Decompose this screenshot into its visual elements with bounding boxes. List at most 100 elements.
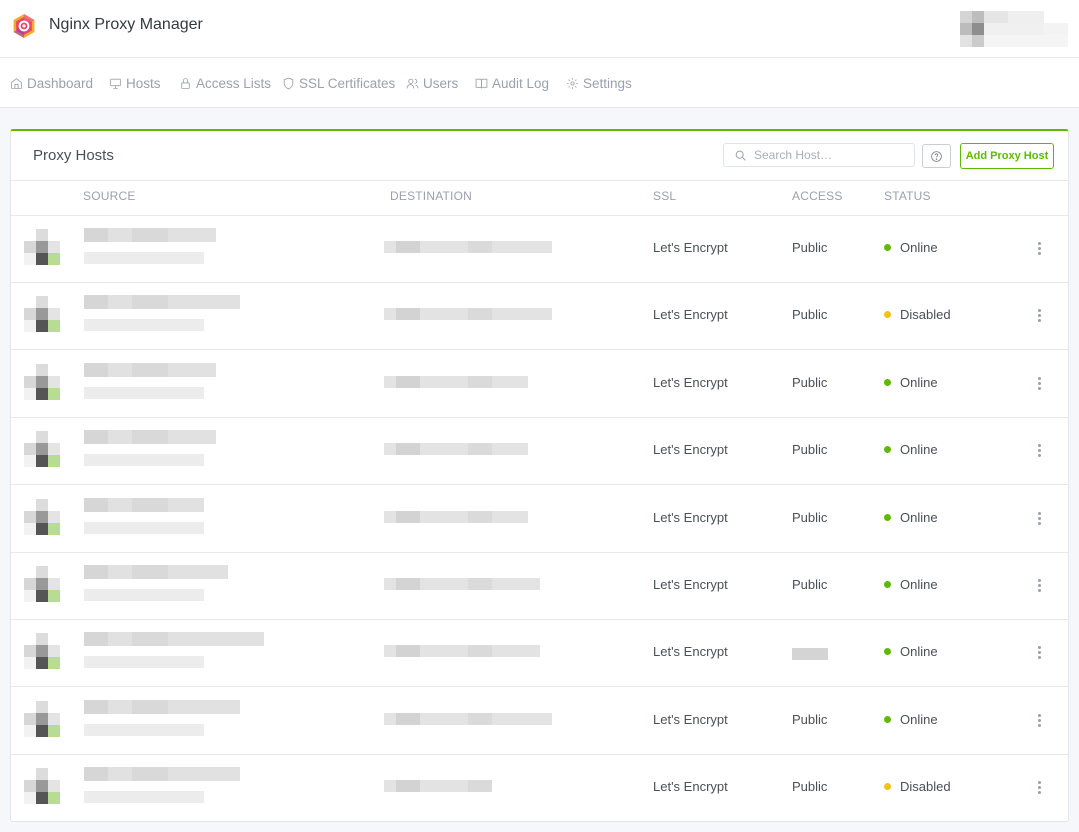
nav-settings[interactable]: Settings: [566, 74, 632, 92]
row-menu-icon[interactable]: [1033, 510, 1047, 528]
destination-redacted: [384, 645, 540, 658]
status-badge: Online: [884, 375, 938, 390]
help-icon: [931, 150, 942, 162]
monitor-icon: [110, 78, 121, 89]
status-label: Online: [900, 711, 938, 727]
source-domain-redacted: [84, 228, 216, 242]
column-header-destination[interactable]: DESTINATION: [390, 189, 472, 203]
destination-redacted: [384, 780, 492, 793]
source-meta-redacted: [84, 319, 204, 332]
destination-redacted: [384, 375, 528, 388]
source-meta-redacted: [84, 791, 204, 804]
destination-redacted: [384, 578, 540, 590]
status-dot-icon: [884, 244, 891, 251]
gear-icon: [567, 77, 578, 89]
status-badge: Disabled: [884, 307, 951, 322]
nav-access-lists[interactable]: Access Lists: [179, 74, 271, 92]
status-dot-icon: [884, 446, 891, 454]
ssl-cell: Let's Encrypt: [653, 711, 728, 727]
status-label: Online: [900, 509, 938, 525]
row-menu-icon[interactable]: [1033, 375, 1047, 393]
access-cell: Public: [792, 374, 828, 390]
nav-ssl-certificates[interactable]: SSL Certificates: [282, 74, 395, 92]
destination-redacted: [384, 241, 552, 253]
status-dot-icon: [884, 513, 891, 521]
table-row[interactable]: Let's Encrypt Public Online: [11, 351, 1068, 418]
status-label: Online: [900, 442, 938, 458]
table-row[interactable]: Let's Encrypt Public Online: [11, 418, 1068, 486]
row-menu-icon[interactable]: [1033, 779, 1047, 797]
proxy-hosts-card: Proxy Hosts Add Proxy Host SOURCE DESTIN…: [10, 129, 1069, 822]
nav-users[interactable]: Users: [406, 74, 458, 92]
row-menu-icon[interactable]: [1033, 644, 1047, 662]
source-meta-redacted: [84, 454, 204, 467]
card-header: Proxy Hosts Add Proxy Host: [11, 131, 1068, 181]
ssl-cell: Let's Encrypt: [653, 644, 728, 660]
host-avatar: [24, 700, 60, 737]
table-row[interactable]: Let's Encrypt Public Online: [11, 486, 1068, 553]
row-menu-icon[interactable]: [1033, 577, 1047, 595]
source-meta-redacted: [84, 589, 204, 601]
table-row[interactable]: Let's Encrypt Public Online: [11, 688, 1068, 755]
nav-hosts[interactable]: Hosts: [109, 74, 161, 92]
table-row[interactable]: Let's Encrypt Public Online: [11, 216, 1068, 283]
column-header-status[interactable]: STATUS: [884, 189, 931, 203]
status-badge: Online: [884, 442, 938, 457]
nav-audit-log[interactable]: Audit Log: [475, 74, 549, 92]
host-avatar: [24, 498, 60, 535]
nav-access-lists-label: Access Lists: [196, 75, 272, 91]
book-icon: [475, 78, 488, 88]
status-dot-icon: [884, 581, 891, 588]
ssl-cell: Let's Encrypt: [653, 374, 728, 390]
row-menu-icon[interactable]: [1033, 442, 1047, 460]
app-logo-icon[interactable]: [11, 13, 37, 39]
search-input[interactable]: [754, 146, 910, 164]
row-menu-icon[interactable]: [1033, 240, 1047, 258]
nav-settings-label: Settings: [583, 75, 632, 91]
column-header-access[interactable]: ACCESS: [792, 189, 843, 203]
user-avatar[interactable]: [960, 11, 1068, 47]
access-cell: Public: [792, 240, 828, 255]
app-title: Nginx Proxy Manager: [49, 16, 203, 33]
home-icon: [11, 77, 22, 89]
status-badge: Online: [884, 240, 938, 255]
ssl-cell: Let's Encrypt: [653, 442, 728, 458]
add-proxy-host-button[interactable]: Add Proxy Host: [960, 143, 1054, 169]
main-nav: Dashboard Hosts Access Lists SSL Certifi…: [0, 58, 1079, 108]
status-dot-icon: [884, 783, 891, 791]
access-redacted: [792, 648, 828, 661]
search-box: [723, 143, 915, 167]
row-menu-icon[interactable]: [1033, 307, 1047, 325]
status-dot-icon: [884, 648, 891, 656]
card-title: Proxy Hosts: [33, 147, 114, 164]
table-row[interactable]: Let's Encrypt Public Disabled: [11, 283, 1068, 351]
column-header-ssl[interactable]: SSL: [653, 189, 676, 203]
status-badge: Online: [884, 644, 938, 659]
host-avatar: [24, 633, 60, 670]
destination-redacted: [384, 712, 552, 725]
status-label: Online: [900, 644, 938, 660]
row-menu-icon[interactable]: [1033, 712, 1047, 730]
status-label: Online: [900, 240, 938, 255]
nav-dashboard-label: Dashboard: [27, 75, 94, 91]
access-cell: Public: [792, 442, 828, 458]
column-header-source[interactable]: SOURCE: [83, 189, 136, 203]
table-row[interactable]: Let's Encrypt Public Disabled: [11, 755, 1068, 821]
help-button[interactable]: [922, 144, 951, 168]
access-cell: Public: [792, 307, 828, 323]
source-domain-redacted: [84, 497, 204, 512]
destination-redacted: [384, 443, 528, 456]
ssl-cell: Let's Encrypt: [653, 240, 728, 255]
destination-redacted: [384, 510, 528, 523]
host-avatar: [24, 229, 60, 265]
table-row[interactable]: Let's Encrypt Online: [11, 620, 1068, 688]
status-label: Disabled: [900, 307, 951, 323]
table-row[interactable]: Let's Encrypt Public Online: [11, 553, 1068, 620]
host-avatar: [24, 566, 60, 602]
status-label: Disabled: [900, 779, 951, 795]
users-icon: [406, 78, 419, 88]
ssl-cell: Let's Encrypt: [653, 779, 728, 795]
nav-dashboard[interactable]: Dashboard: [10, 74, 93, 92]
source-domain-redacted: [84, 767, 240, 782]
destination-redacted: [384, 308, 552, 321]
